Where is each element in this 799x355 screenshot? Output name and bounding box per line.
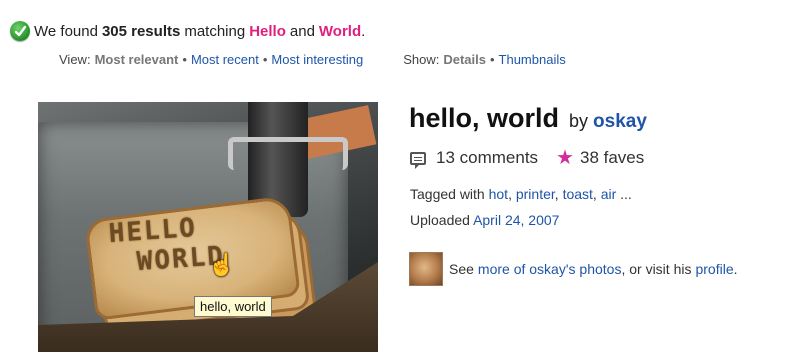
show-details: Details xyxy=(443,52,486,67)
visit-text: , or visit his xyxy=(621,261,692,277)
toast-printed-text: HELLO WORLD xyxy=(108,207,282,279)
tag-link[interactable]: toast xyxy=(563,186,593,202)
results-and: and xyxy=(289,22,315,40)
photo-title-link[interactable]: hello, world xyxy=(409,103,559,134)
profile-link[interactable]: profile xyxy=(695,261,733,277)
tag-link[interactable]: printer xyxy=(516,186,555,202)
photo-stats: 13 comments ★ 38 faves xyxy=(410,147,644,169)
results-period: . xyxy=(361,22,366,40)
checkmark-icon xyxy=(10,21,30,41)
view-label: View: xyxy=(59,52,91,67)
photo-bracket-shape xyxy=(228,137,348,170)
photo-tooltip: hello, world xyxy=(194,296,272,317)
tag-link[interactable]: air xyxy=(601,186,617,202)
end-period: . xyxy=(733,261,738,277)
view-options-bar: View: Most relevant • Most recent • Most… xyxy=(59,52,566,67)
search-term-world: World xyxy=(318,22,362,40)
view-most-relevant: Most relevant xyxy=(94,52,179,67)
separator: • xyxy=(182,52,187,67)
tag-link[interactable]: hot xyxy=(489,186,508,202)
separator: • xyxy=(262,52,268,67)
show-options: Show: Details • Thumbnails xyxy=(403,52,566,67)
view-most-recent-link[interactable]: Most recent xyxy=(191,52,259,67)
tags-line: Tagged with hot, printer, toast, air ... xyxy=(410,186,632,202)
tagged-prefix: Tagged with xyxy=(410,186,485,202)
photo-thumbnail[interactable]: HELLO WORLD ☝ hello, world xyxy=(38,102,378,352)
results-count: 305 results xyxy=(101,22,181,40)
comments-count[interactable]: 13 comments xyxy=(436,148,538,168)
upload-date-link[interactable]: April 24, 2007 xyxy=(473,212,559,228)
more-photos-link[interactable]: more of oskay's photos xyxy=(478,261,622,277)
view-most-interesting-link[interactable]: Most interesting xyxy=(271,52,363,67)
fave-star-icon: ★ xyxy=(556,147,574,169)
results-middle: matching xyxy=(184,22,246,40)
photo-title-line: hello, world by oskay xyxy=(409,103,647,134)
uploaded-prefix: Uploaded xyxy=(410,212,470,228)
upload-line: Uploaded April 24, 2007 xyxy=(410,212,559,228)
by-label: by xyxy=(569,111,589,131)
results-summary: We found 305 results matching Hello and … xyxy=(10,20,369,42)
separator: • xyxy=(489,52,495,67)
owner-link[interactable]: oskay xyxy=(593,111,647,133)
results-prefix: We found xyxy=(34,22,98,40)
comment-icon xyxy=(410,151,426,169)
show-thumbnails-link[interactable]: Thumbnails xyxy=(499,52,566,67)
tags-more: ... xyxy=(620,186,632,202)
search-term-hello: Hello xyxy=(249,22,286,40)
hand-cursor-icon: ☝ xyxy=(208,252,236,277)
show-label: Show: xyxy=(403,52,440,67)
see-prefix: See xyxy=(449,261,474,277)
avatar[interactable] xyxy=(409,252,443,286)
faves-count[interactable]: 38 faves xyxy=(580,148,644,168)
owner-line: See more of oskay's photos , or visit hi… xyxy=(409,252,738,286)
